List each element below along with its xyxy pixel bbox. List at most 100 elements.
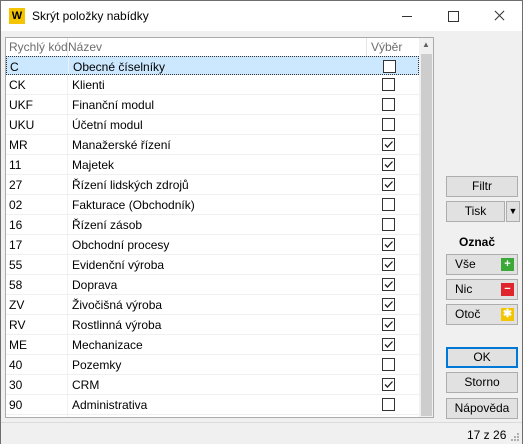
row-code: 55 (9, 258, 23, 272)
checkmark-icon (384, 301, 393, 308)
select-checkbox[interactable] (382, 278, 395, 291)
help-button[interactable]: Nápověda (446, 398, 518, 419)
row-code: UKF (9, 98, 33, 112)
select-checkbox[interactable] (382, 258, 395, 271)
table-row[interactable]: CK Klienti (6, 75, 419, 95)
row-code: ME (9, 338, 27, 352)
invert-button[interactable]: Otoč ✱ (446, 304, 518, 325)
dialog-window: W Skrýt položky nabídky Rychlý kód Název… (0, 0, 523, 444)
cancel-button[interactable]: Storno (446, 372, 518, 393)
checkmark-icon (384, 241, 393, 248)
table-row[interactable]: 27 Řízení lidských zdrojů (6, 175, 419, 195)
close-button[interactable] (476, 1, 522, 31)
table-row[interactable]: ME Mechanizace (6, 335, 419, 355)
row-name: Manažerské řízení (72, 138, 171, 152)
row-name: Doprava (72, 278, 118, 292)
row-code: 58 (9, 278, 23, 292)
row-code: 17 (9, 238, 23, 252)
row-code: MR (9, 138, 28, 152)
table-row[interactable]: ZV Živočišná výroba (6, 295, 419, 315)
select-checkbox[interactable] (382, 198, 395, 211)
header-name[interactable]: Název (68, 40, 102, 54)
select-checkbox[interactable] (382, 338, 395, 351)
table-row[interactable]: RV Rostlinná výroba (6, 315, 419, 335)
mark-none-button[interactable]: Nic − (446, 279, 518, 300)
row-name: Rostlinná výroba (72, 318, 162, 332)
menu-items-grid[interactable]: Rychlý kód Název Výběr C Obecné číselníky… (5, 37, 434, 418)
row-code: 16 (9, 218, 23, 232)
record-counter: 17 z 26 (467, 428, 507, 442)
select-checkbox[interactable] (382, 358, 395, 371)
grid-rows: C Obecné číselníky CK Klienti UKF Finanční mo… (6, 56, 419, 417)
print-button[interactable]: Tisk (446, 201, 505, 222)
checkmark-icon (384, 261, 393, 268)
select-checkbox[interactable] (382, 78, 395, 91)
filter-button[interactable]: Filtr (446, 176, 518, 197)
print-dropdown-button[interactable]: ▼ (506, 201, 520, 222)
scroll-up-icon[interactable]: ▲ (419, 38, 433, 52)
maximize-icon (448, 11, 459, 22)
row-code: ZV (9, 298, 25, 312)
vertical-scrollbar[interactable]: ▲ (419, 38, 433, 417)
select-checkbox[interactable] (382, 378, 395, 391)
checkmark-icon (384, 381, 393, 388)
scrollbar-thumb[interactable] (421, 54, 432, 416)
row-code: 40 (9, 358, 23, 372)
table-row[interactable]: 11 Majetek (6, 155, 419, 175)
select-checkbox[interactable] (382, 118, 395, 131)
maximize-button[interactable] (430, 1, 476, 31)
table-row[interactable]: 30 CRM (6, 375, 419, 395)
table-row[interactable]: 55 Evidenční výroba (6, 255, 419, 275)
row-code: 27 (9, 178, 23, 192)
table-row[interactable]: 90 Administrativa (6, 395, 419, 415)
checkmark-icon (384, 161, 393, 168)
select-checkbox[interactable] (383, 60, 396, 73)
title-bar: W Skrýt položky nabídky (1, 1, 522, 31)
table-row[interactable]: C Obecné číselníky (6, 56, 419, 75)
row-name: Klienti (72, 78, 105, 92)
row-name: Účetní modul (72, 118, 143, 132)
mark-all-button[interactable]: Vše + (446, 254, 518, 275)
mark-all-label: Vše (455, 257, 476, 271)
plus-icon: + (501, 258, 514, 271)
select-checkbox[interactable] (382, 298, 395, 311)
table-row[interactable]: 15Zakázky a projekty (6, 415, 419, 417)
row-code: 11 (9, 158, 22, 172)
row-name: Majetek (72, 158, 115, 172)
table-row[interactable]: UKU Účetní modul (6, 115, 419, 135)
row-code: RV (9, 318, 26, 332)
app-logo-icon: W (9, 8, 25, 24)
table-row[interactable]: 16 Řízení zásob (6, 215, 419, 235)
select-checkbox[interactable] (382, 318, 395, 331)
select-checkbox[interactable] (382, 398, 395, 411)
minus-icon: − (501, 283, 514, 296)
row-name: Finanční modul (72, 98, 155, 112)
select-checkbox[interactable] (382, 238, 395, 251)
select-checkbox[interactable] (382, 98, 395, 111)
row-code: 02 (9, 198, 23, 212)
resize-grip-icon[interactable] (510, 432, 520, 442)
table-row[interactable]: UKF Finanční modul (6, 95, 419, 115)
header-select[interactable]: Výběr (371, 40, 402, 54)
row-code: 90 (9, 398, 23, 412)
mark-none-label: Nic (455, 282, 473, 296)
checkmark-icon (384, 341, 393, 348)
select-checkbox[interactable] (382, 178, 395, 191)
ok-button[interactable]: OK (446, 347, 518, 368)
header-code[interactable]: Rychlý kód (9, 40, 68, 54)
row-code: 30 (9, 378, 23, 392)
table-row[interactable]: MR Manažerské řízení (6, 135, 419, 155)
select-checkbox[interactable] (382, 218, 395, 231)
row-name: Mechanizace (72, 338, 143, 352)
table-row[interactable]: 58 Doprava (6, 275, 419, 295)
minimize-button[interactable] (384, 1, 430, 31)
invert-star-icon: ✱ (501, 308, 514, 321)
select-checkbox[interactable] (382, 158, 395, 171)
header-divider[interactable] (366, 38, 367, 56)
table-row[interactable]: 40 Pozemky (6, 355, 419, 375)
table-row[interactable]: 17 Obchodní procesy (6, 235, 419, 255)
select-checkbox[interactable] (382, 138, 395, 151)
row-code: C (10, 60, 19, 74)
table-row[interactable]: 02 Fakturace (Obchodník) (6, 195, 419, 215)
row-name: Evidenční výroba (72, 258, 165, 272)
